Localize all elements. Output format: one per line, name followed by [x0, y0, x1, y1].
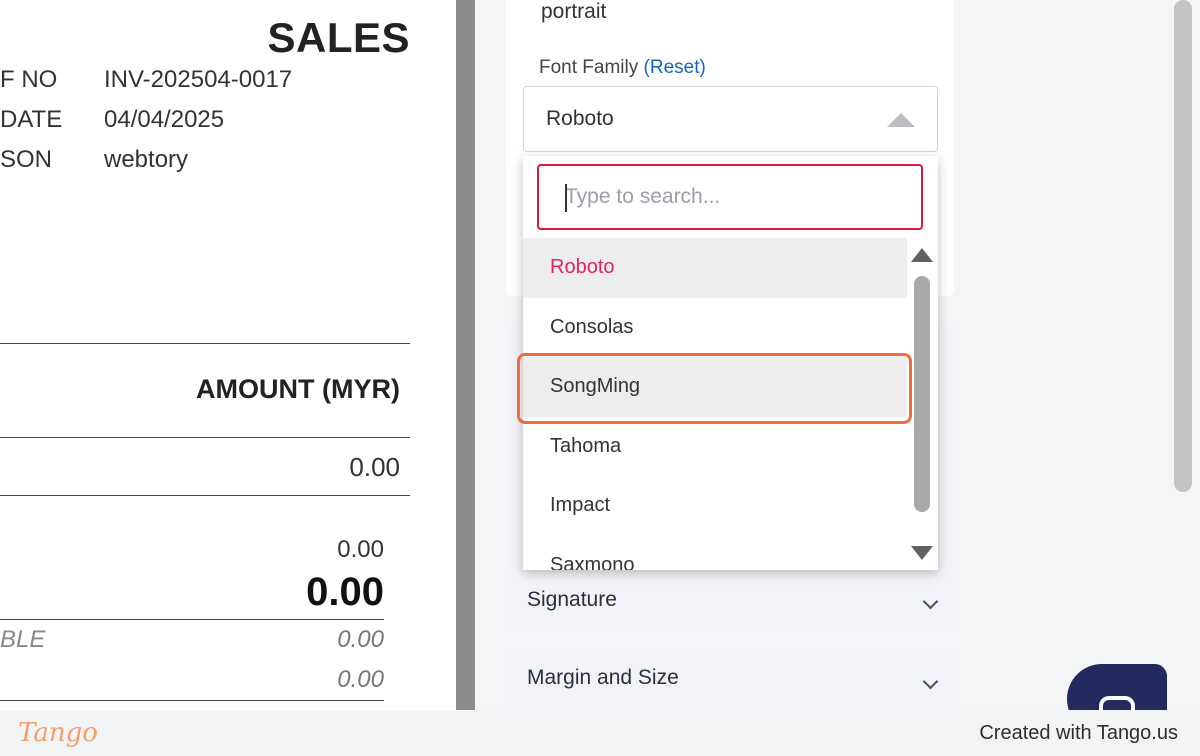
step-highlight-outline	[517, 353, 912, 424]
tango-logo: Tango	[18, 718, 98, 748]
chevron-down-icon[interactable]	[922, 593, 939, 610]
meta-value: 04/04/2025	[104, 106, 225, 133]
payable-amount: 0.00	[337, 626, 384, 653]
divider-line	[0, 700, 384, 701]
section-signature-label: Signature	[527, 588, 617, 611]
divider-line	[0, 619, 384, 620]
font-family-selected-value: Roboto	[546, 107, 614, 130]
section-margin-label: Margin and Size	[527, 666, 679, 689]
scroll-up-arrow-icon[interactable]	[911, 248, 933, 262]
font-family-label-text: Font Family	[539, 57, 639, 78]
divider-line	[0, 343, 410, 344]
font-family-reset-link[interactable]: (Reset)	[644, 57, 706, 78]
font-option-roboto[interactable]: Roboto	[523, 238, 907, 298]
font-option-consolas[interactable]: Consolas	[523, 298, 907, 358]
preview-splitter[interactable]	[456, 0, 475, 710]
meta-value: INV-202504-0017	[104, 66, 293, 93]
dropdown-scrollbar-thumb[interactable]	[914, 276, 930, 512]
balance-amount: 0.00	[337, 666, 384, 693]
panel-scrollbar[interactable]	[1174, 0, 1192, 492]
amount-column-header: AMOUNT (MYR)	[196, 374, 400, 404]
meta-value: webtory	[104, 146, 189, 173]
font-option-tahoma[interactable]: Tahoma	[523, 417, 907, 477]
section-signature[interactable]: Signature	[506, 574, 954, 632]
payable-label: BLE	[0, 626, 46, 653]
font-family-select[interactable]: Roboto	[523, 86, 938, 152]
meta-key: F NO	[0, 66, 58, 93]
divider-line	[0, 437, 410, 438]
orientation-value: portrait	[541, 0, 607, 23]
font-search-input[interactable]	[537, 164, 923, 230]
text-cursor	[565, 184, 567, 212]
scroll-down-arrow-icon[interactable]	[911, 546, 933, 560]
caret-up-icon[interactable]	[887, 113, 915, 127]
chevron-down-icon[interactable]	[922, 673, 939, 690]
total-amount: 0.00	[306, 570, 384, 614]
line-amount: 0.00	[349, 452, 400, 482]
section-margin-and-size[interactable]: Margin and Size	[506, 650, 954, 710]
invoice-preview: SALES F NO INV-202504-0017 DATE 04/04/20…	[0, 0, 456, 710]
divider-line	[0, 495, 410, 496]
tango-footer: Tango Created with Tango.us	[0, 710, 1200, 756]
meta-key: SON	[0, 146, 53, 173]
font-family-label: Font Family (Reset)	[539, 57, 706, 79]
font-option-saxmono[interactable]: Saxmono	[523, 536, 907, 570]
subtotal-amount: 0.00	[337, 536, 384, 563]
meta-key: DATE	[0, 106, 63, 133]
font-option-impact[interactable]: Impact	[523, 476, 907, 536]
footer-credit: Created with Tango.us	[979, 722, 1178, 744]
document-title: SALES	[267, 14, 410, 61]
